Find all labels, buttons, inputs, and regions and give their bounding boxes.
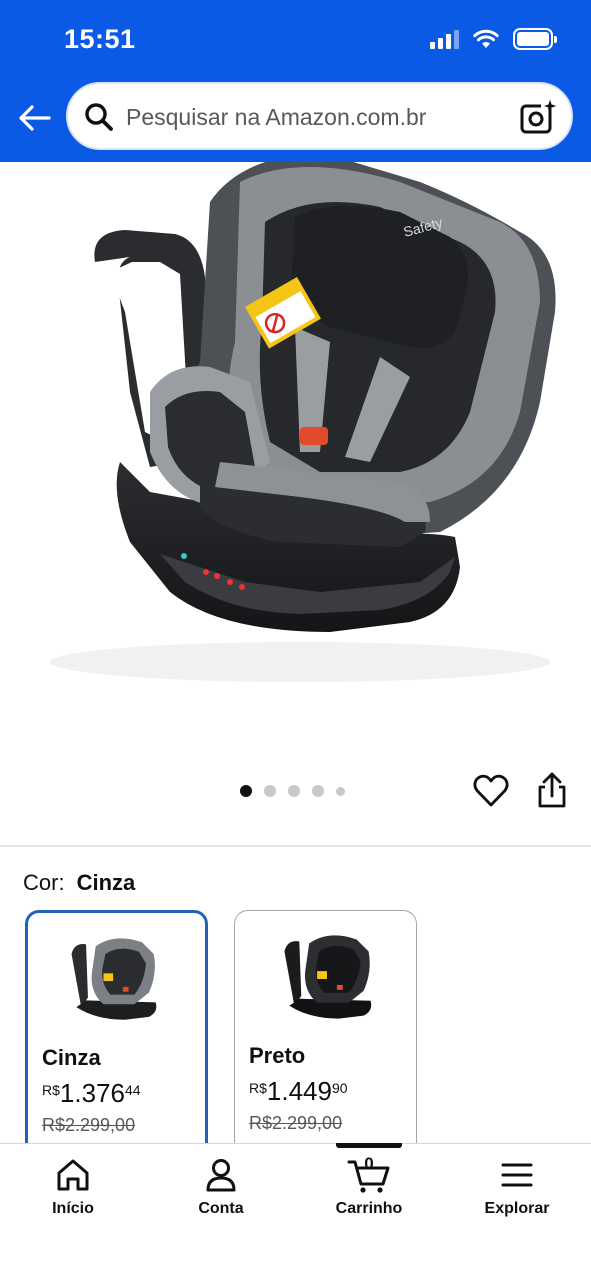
account-icon — [206, 1159, 236, 1192]
search-bar[interactable] — [66, 82, 573, 150]
section-divider — [0, 845, 591, 847]
pagination-dot[interactable] — [264, 785, 276, 797]
variant-list-price: R$2.299,00 — [42, 1115, 136, 1135]
variant-name: Cinza — [42, 1045, 101, 1070]
nav-label: Início — [52, 1200, 94, 1217]
color-variant-preto[interactable]: Preto R$ 1.449 90 R$2.299,00 — [234, 910, 417, 1170]
nav-label: Conta — [198, 1200, 244, 1217]
product-image[interactable]: Safety — [0, 162, 591, 762]
share-icon[interactable] — [535, 772, 569, 810]
nav-label: Carrinho — [335, 1200, 403, 1217]
nav-active-indicator — [336, 1143, 402, 1148]
variant-thumbnail — [71, 938, 157, 1020]
variant-list-price: R$2.299,00 — [249, 1113, 343, 1133]
nav-item-explorar[interactable]: Explorar — [457, 1156, 577, 1236]
variant-thumbnail — [284, 935, 372, 1019]
search-input[interactable] — [126, 104, 506, 131]
status-icons — [430, 28, 557, 50]
wishlist-heart-icon[interactable] — [472, 772, 510, 810]
status-bar: 15:51 — [0, 0, 591, 80]
cart-icon-wrap: 0 — [347, 1154, 391, 1194]
wifi-icon — [473, 29, 499, 48]
search-icon[interactable] — [84, 102, 114, 132]
battery-icon — [513, 28, 557, 50]
bottom-navigation: Início Conta 0 Carrinho Explorar — [0, 1143, 591, 1280]
car-seat-image: Safety — [50, 162, 556, 682]
signal-icon — [430, 29, 459, 49]
nav-item-inicio[interactable]: Início — [13, 1156, 133, 1236]
app-header: 15:51 — [0, 0, 591, 162]
pagination-dot[interactable] — [288, 785, 300, 797]
arrow-left-icon — [19, 105, 51, 131]
price-cents: 44 — [124, 1082, 141, 1098]
pagination-dot[interactable] — [336, 786, 345, 796]
color-label-text: Cor: — [23, 870, 65, 895]
cart-count-badge: 0 — [364, 1154, 374, 1173]
home-icon — [57, 1159, 89, 1191]
pagination-dot[interactable] — [240, 785, 252, 797]
image-pagination[interactable] — [240, 785, 345, 797]
nav-item-conta[interactable]: Conta — [161, 1156, 281, 1236]
price-currency: R$ — [249, 1080, 267, 1096]
camera-search-icon[interactable] — [519, 98, 557, 136]
price-cents: 90 — [331, 1080, 348, 1096]
variant-price: R$ 1.376 44 — [42, 1078, 141, 1109]
back-button[interactable] — [14, 98, 54, 138]
price-currency: R$ — [42, 1082, 60, 1098]
nav-item-carrinho[interactable]: 0 Carrinho — [309, 1154, 429, 1236]
nav-label: Explorar — [484, 1200, 550, 1217]
color-variant-cinza[interactable]: Cinza R$ 1.376 44 R$2.299,00 — [25, 910, 208, 1170]
variant-price: R$ 1.449 90 — [249, 1076, 348, 1107]
variant-name: Preto — [249, 1043, 306, 1068]
price-integer: 1.449 — [266, 1076, 332, 1106]
menu-icon — [501, 1163, 533, 1187]
status-time: 15:51 — [64, 24, 136, 54]
price-integer: 1.376 — [59, 1078, 125, 1108]
color-selected-value: Cinza — [76, 870, 136, 895]
color-selector-label: Cor: Cinza — [23, 870, 135, 896]
pagination-dot[interactable] — [312, 785, 324, 797]
